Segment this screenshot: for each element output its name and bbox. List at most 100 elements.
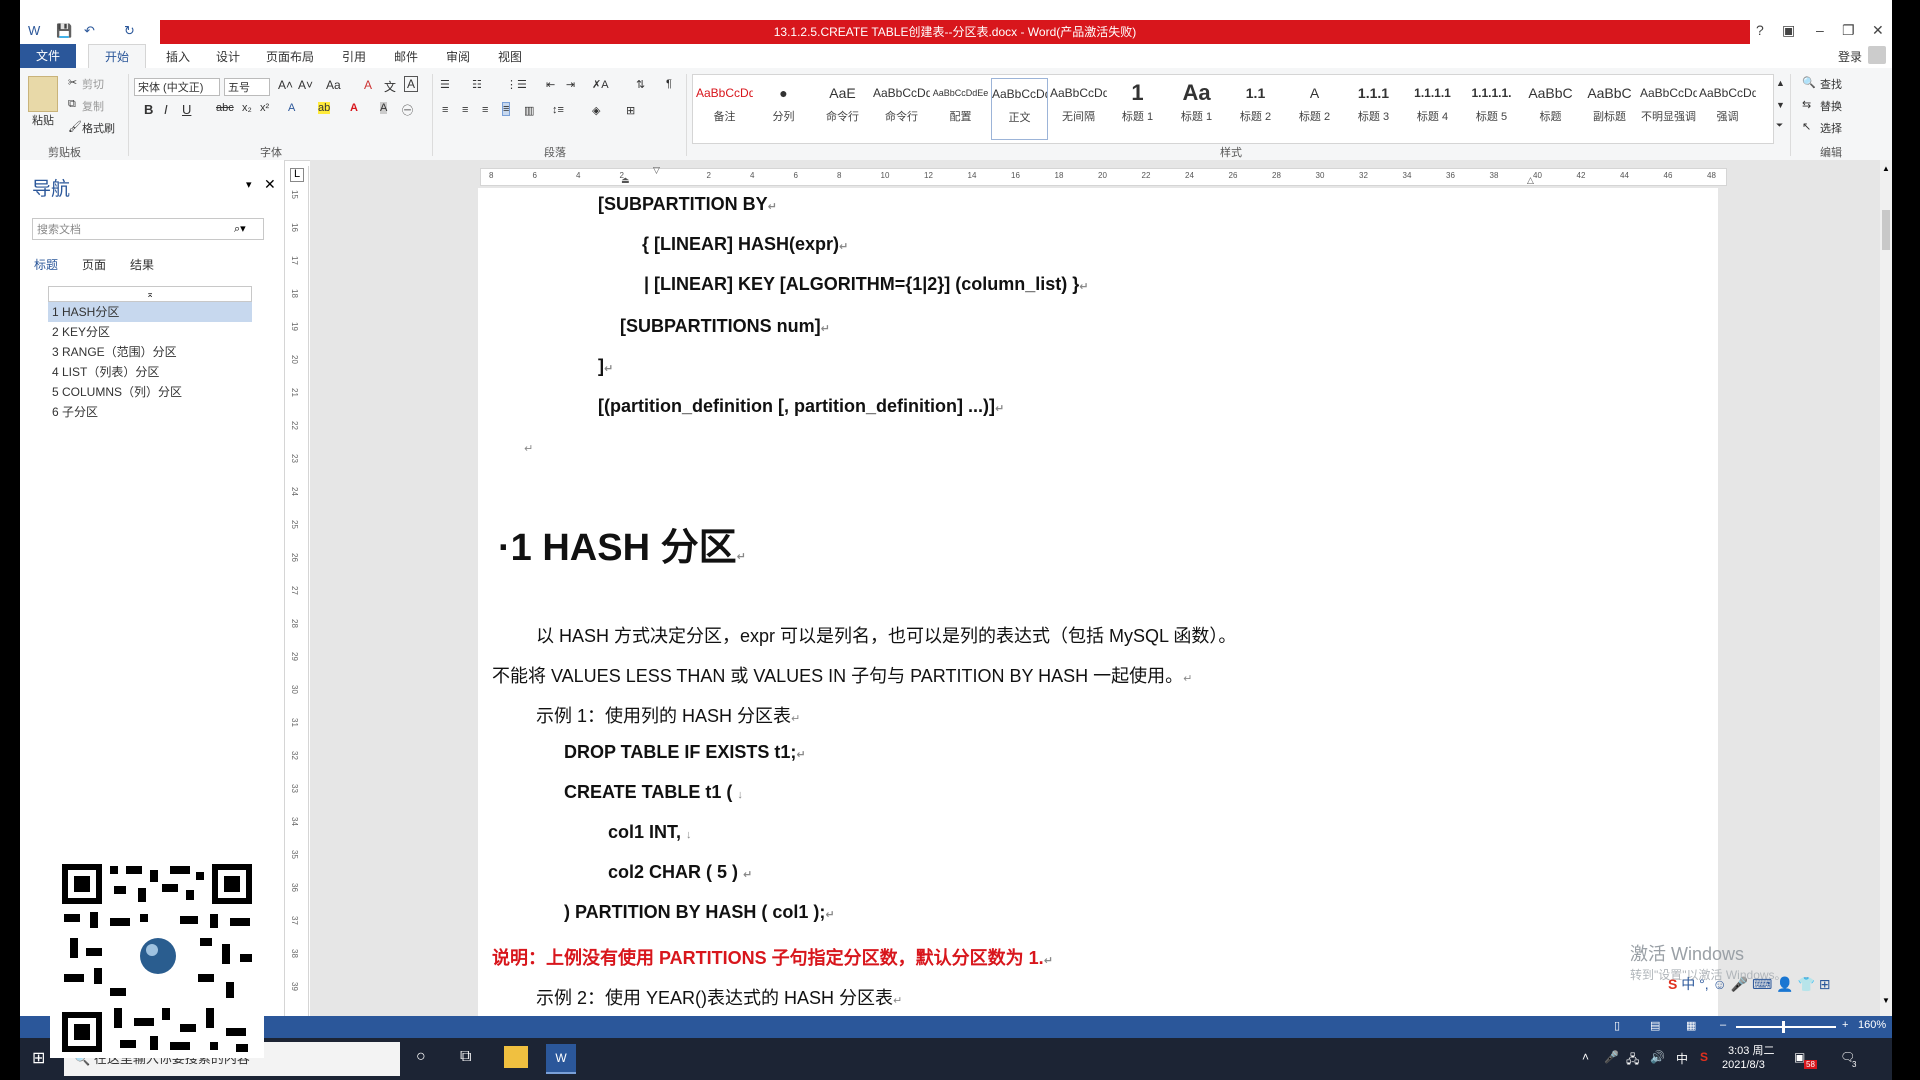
zoom-out-icon[interactable]: –: [1720, 1019, 1726, 1031]
style-gallery-item[interactable]: ● 分列: [755, 78, 812, 140]
login-link[interactable]: 登录: [1838, 48, 1862, 65]
tray-chevron-icon[interactable]: ˄: [1582, 1050, 1589, 1064]
shading-icon[interactable]: ◈: [592, 104, 600, 117]
tray-mic-icon[interactable]: 🎤: [1604, 1050, 1619, 1064]
multilevel-list-icon[interactable]: ⋮☰: [506, 78, 527, 91]
bullets-icon[interactable]: ☰: [440, 78, 450, 91]
word-taskbar-icon[interactable]: W: [546, 1044, 576, 1074]
nav-heading-item[interactable]: 5 COLUMNS（列）分区: [48, 382, 252, 402]
font-name-combo[interactable]: 宋体 (中文正): [134, 78, 220, 96]
grow-font-icon[interactable]: A˄: [278, 78, 293, 92]
style-gallery-item[interactable]: AaBbC 标题: [1522, 78, 1579, 140]
tab-mailings[interactable]: 邮件: [394, 48, 418, 65]
tab-home[interactable]: 开始: [88, 44, 146, 68]
styles-more-icon[interactable]: ⏷: [1776, 120, 1783, 131]
ribbon-display-icon[interactable]: ▣: [1782, 22, 1795, 39]
volume-icon[interactable]: 🔊: [1650, 1050, 1665, 1064]
select-button[interactable]: 选择: [1820, 120, 1842, 136]
grid-icon[interactable]: ⊞: [1819, 976, 1831, 992]
minimize-icon[interactable]: –: [1816, 22, 1824, 38]
style-gallery-item[interactable]: AaBbC 副标题: [1581, 78, 1638, 140]
style-gallery-item[interactable]: AaBbCcDd 无间隔: [1050, 78, 1107, 140]
increase-indent-icon[interactable]: ⇥: [566, 78, 575, 91]
tab-layout[interactable]: 页面布局: [266, 48, 314, 65]
mic-icon[interactable]: 🎤: [1731, 976, 1748, 992]
redo-icon[interactable]: ↻: [124, 23, 135, 39]
text-effects-icon[interactable]: A: [288, 102, 295, 114]
web-layout-icon[interactable]: ▦: [1686, 1019, 1696, 1032]
style-gallery-item[interactable]: 1 标题 1: [1109, 78, 1166, 140]
ime-mode-icon[interactable]: 中: [1681, 976, 1695, 992]
nav-tab-results[interactable]: 结果: [130, 256, 154, 273]
nav-heading-item[interactable]: 3 RANGE（范围）分区: [48, 342, 252, 362]
user-icon[interactable]: 👤: [1776, 976, 1793, 992]
file-explorer-icon[interactable]: [504, 1046, 528, 1068]
clock-time[interactable]: 3:03 周二: [1728, 1042, 1774, 1058]
subscript-icon[interactable]: x₂: [242, 102, 252, 114]
nav-options-icon[interactable]: ▾: [246, 178, 252, 191]
underline-icon[interactable]: U: [182, 102, 191, 117]
nav-tab-headings[interactable]: 标题: [34, 256, 58, 273]
shrink-font-icon[interactable]: A˅: [298, 78, 313, 92]
style-gallery-item[interactable]: A 标题 2: [1286, 78, 1343, 140]
tab-view[interactable]: 视图: [498, 48, 522, 65]
tray-sogou-icon[interactable]: S: [1700, 1050, 1708, 1064]
read-mode-icon[interactable]: ▯: [1614, 1019, 1620, 1032]
shirt-icon[interactable]: 👕: [1797, 976, 1814, 992]
clock-date[interactable]: 2021/8/3: [1722, 1059, 1765, 1071]
keyboard-icon[interactable]: ⌨: [1752, 976, 1772, 992]
chinese-layout-icon[interactable]: ✗A: [592, 78, 609, 91]
styles-scroll-down-icon[interactable]: ▼: [1776, 100, 1785, 110]
char-border-icon[interactable]: A: [404, 76, 419, 92]
sogou-icon[interactable]: S: [1668, 976, 1677, 992]
clear-format-icon[interactable]: A: [364, 78, 372, 92]
zoom-slider-thumb[interactable]: [1782, 1021, 1785, 1033]
task-view-icon[interactable]: ⧉: [460, 1048, 471, 1066]
format-painter-button[interactable]: 格式刷: [82, 120, 115, 136]
distributed-icon[interactable]: ▥: [524, 104, 534, 117]
search-icon[interactable]: ⌕▾: [234, 222, 246, 236]
copy-button[interactable]: 复制: [82, 98, 104, 114]
show-marks-icon[interactable]: ¶: [666, 78, 672, 90]
nav-collapse-icon[interactable]: ⌅: [48, 286, 252, 302]
align-left-icon[interactable]: ≡: [442, 104, 448, 116]
numbering-icon[interactable]: ☷: [472, 78, 482, 91]
cortana-icon[interactable]: ○: [416, 1048, 426, 1066]
close-icon[interactable]: ✕: [1872, 22, 1884, 39]
style-gallery-item[interactable]: AaE 命令行: [814, 78, 871, 140]
paste-button[interactable]: 粘贴: [32, 112, 54, 128]
tab-design[interactable]: 设计: [216, 48, 240, 65]
nav-heading-item[interactable]: 1 HASH分区: [48, 302, 252, 322]
paste-icon[interactable]: [28, 76, 58, 112]
strikethrough-icon[interactable]: abc: [216, 102, 234, 114]
char-shading-icon[interactable]: A: [380, 102, 388, 114]
nav-tab-pages[interactable]: 页面: [82, 256, 106, 273]
tray-ime-indicator[interactable]: 中: [1676, 1050, 1688, 1067]
align-right-icon[interactable]: ≡: [482, 104, 488, 116]
restore-icon[interactable]: ❐: [1842, 22, 1855, 39]
avatar[interactable]: [1868, 46, 1886, 64]
start-icon[interactable]: ⊞: [32, 1048, 45, 1068]
style-gallery-item[interactable]: 1.1.1.1 标题 4: [1404, 78, 1461, 140]
decrease-indent-icon[interactable]: ⇤: [546, 78, 555, 91]
change-case-icon[interactable]: Aa: [326, 78, 341, 92]
zoom-in-icon[interactable]: +: [1842, 1019, 1848, 1031]
nav-heading-item[interactable]: 6 子分区: [48, 402, 252, 422]
italic-icon[interactable]: I: [164, 102, 168, 117]
nav-heading-item[interactable]: 2 KEY分区: [48, 322, 252, 342]
right-indent-icon[interactable]: △: [1527, 175, 1534, 186]
style-gallery-item[interactable]: AaBbCcDd 正文: [991, 78, 1048, 140]
tab-insert[interactable]: 插入: [166, 48, 190, 65]
style-gallery-item[interactable]: AaBbCcDd 命令行: [873, 78, 930, 140]
style-gallery-item[interactable]: Aa 标题 1: [1168, 78, 1225, 140]
style-gallery-item[interactable]: 1.1 标题 2: [1227, 78, 1284, 140]
font-size-combo[interactable]: 五号: [224, 78, 270, 96]
font-color-icon[interactable]: A: [350, 102, 358, 114]
nav-close-icon[interactable]: ✕: [264, 176, 276, 193]
punct-icon[interactable]: °,: [1699, 976, 1709, 992]
phonetic-icon[interactable]: 文: [384, 78, 396, 95]
replace-button[interactable]: 替换: [1820, 98, 1842, 114]
highlight-icon[interactable]: ab: [318, 102, 331, 114]
line-spacing-icon[interactable]: ↕≡: [552, 104, 564, 116]
style-gallery-item[interactable]: 1.1.1 标题 3: [1345, 78, 1402, 140]
